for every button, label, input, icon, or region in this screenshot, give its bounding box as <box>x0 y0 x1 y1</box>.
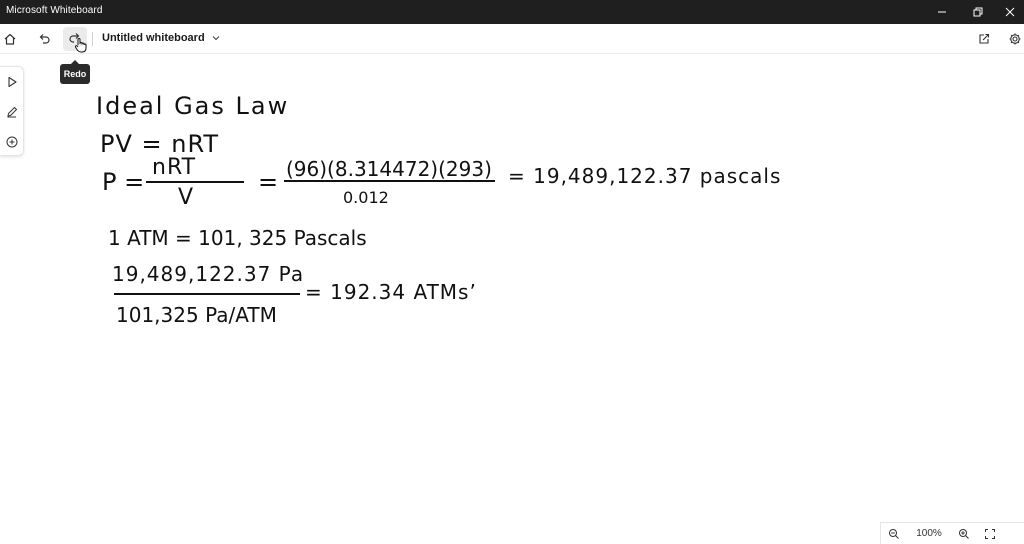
heading-ideal-gas-law: Ideal Gas Law <box>96 92 290 120</box>
zoom-out-icon <box>889 528 899 539</box>
fraction1-bar <box>146 181 244 183</box>
zoom-in-icon <box>959 528 969 539</box>
toolbar: Untitled whiteboard <box>0 24 1024 54</box>
minimize-icon <box>938 11 946 13</box>
chevron-down-icon <box>212 36 220 41</box>
redo-button[interactable] <box>63 27 87 53</box>
fraction3-denominator: 101,325 Pa/ATM <box>116 303 277 327</box>
equation-atm-conversion: 1 ATM = 101, 325 Pascals <box>108 226 367 250</box>
toolbar-separator <box>92 32 93 46</box>
zoom-in-button[interactable] <box>951 523 977 544</box>
fraction1-denominator: V <box>178 185 194 210</box>
hand-cursor-icon <box>74 38 87 53</box>
fraction2-numerator: (96)(8.314472)(293) <box>286 157 492 181</box>
undo-button[interactable] <box>32 27 56 51</box>
title-bar: Microsoft Whiteboard <box>0 0 1024 24</box>
zoom-out-button[interactable] <box>881 523 907 544</box>
undo-icon <box>39 34 50 44</box>
fraction3-numerator: 19,489,122.37 Pa <box>112 262 305 286</box>
share-icon <box>979 33 990 44</box>
gear-icon <box>1009 33 1021 45</box>
zoom-controls: 100% <box>880 522 1024 544</box>
settings-button[interactable] <box>1003 27 1024 51</box>
close-button[interactable] <box>992 0 1024 24</box>
fraction2-bar <box>284 180 495 182</box>
equation-p-equals: P = <box>102 168 145 196</box>
equation-equals-sign: = <box>258 168 279 196</box>
zoom-to-content-button[interactable] <box>977 523 1003 544</box>
equation-pv-nrt: PV = nRT <box>100 130 220 158</box>
minimize-button[interactable] <box>924 0 960 24</box>
equation-pascals-result: = 19,489,122.37 pascals <box>508 164 782 188</box>
share-button[interactable] <box>972 27 996 51</box>
document-title: Untitled whiteboard <box>102 32 205 44</box>
app-title: Microsoft Whiteboard <box>6 5 103 16</box>
fraction2-denominator: 0.012 <box>343 188 389 207</box>
equation-atms-result: = 192.34 ATMs’ <box>305 280 477 304</box>
whiteboard-canvas[interactable]: Ideal Gas Law PV = nRT P = nRT V = (96)(… <box>0 54 1024 520</box>
fit-to-screen-icon <box>985 528 995 539</box>
restore-icon <box>973 7 983 17</box>
home-icon <box>4 33 16 45</box>
fraction1-numerator: nRT <box>152 155 197 180</box>
home-button[interactable] <box>0 27 22 51</box>
fraction3-bar <box>114 293 300 295</box>
close-icon <box>1005 7 1015 17</box>
restore-button[interactable] <box>960 0 996 24</box>
document-title-dropdown[interactable]: Untitled whiteboard <box>102 32 221 44</box>
zoom-level[interactable]: 100% <box>907 528 951 539</box>
